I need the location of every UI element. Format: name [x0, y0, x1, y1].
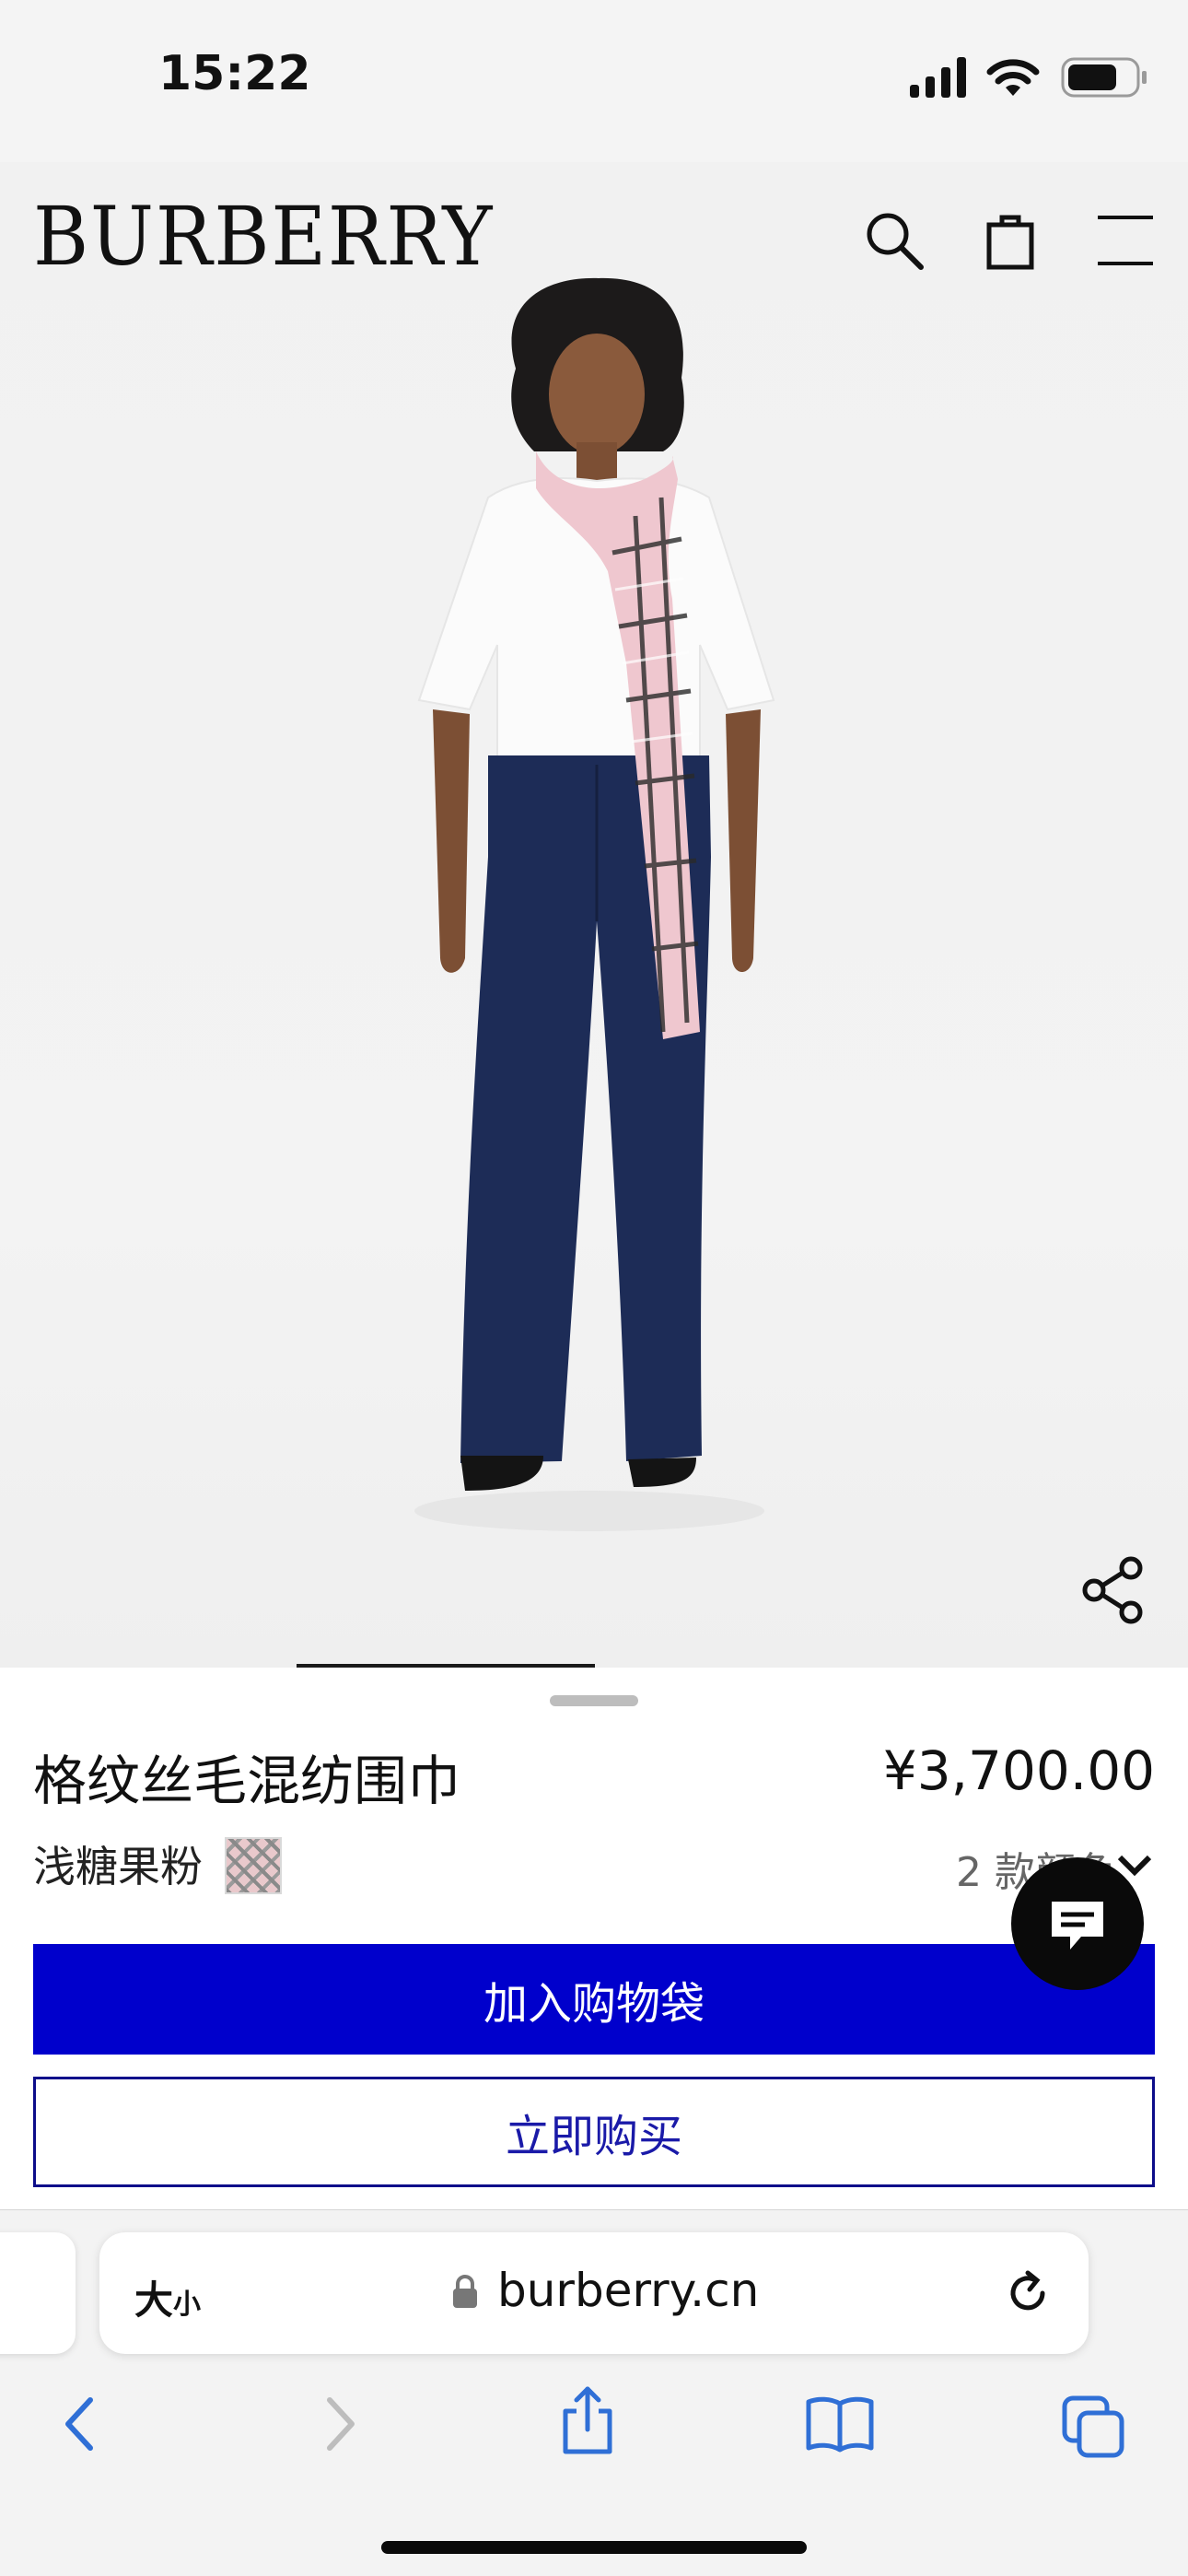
battery-icon	[1061, 57, 1147, 98]
site-header: BURBERRY	[0, 162, 1188, 319]
chat-icon	[1052, 1902, 1103, 1950]
text-size-large-label: 大	[134, 2277, 174, 2323]
menu-icon[interactable]	[1096, 208, 1160, 273]
lock-icon	[453, 2275, 477, 2308]
cellular-signal-icon	[910, 57, 966, 98]
status-time: 15:22	[158, 46, 311, 101]
add-to-bag-button[interactable]: 加入购物袋	[33, 1944, 1155, 2055]
status-bar: 15:22	[0, 0, 1188, 162]
back-icon[interactable]	[59, 2395, 99, 2453]
model-photo	[414, 277, 775, 1531]
previous-tab-card[interactable]	[0, 2232, 76, 2354]
shopping-bag-icon[interactable]	[980, 208, 1044, 273]
buy-now-button[interactable]: 立即购买	[33, 2077, 1155, 2187]
tabs-icon[interactable]	[1061, 2395, 1125, 2459]
share-sheet-icon[interactable]	[558, 2385, 617, 2455]
bookmarks-icon[interactable]	[805, 2395, 875, 2453]
product-name: 格纹丝毛混纺围巾	[33, 1750, 461, 1812]
wifi-icon	[986, 59, 1040, 96]
search-icon[interactable]	[862, 208, 926, 273]
sheet-handle[interactable]	[550, 1695, 638, 1706]
color-name: 浅糖果粉	[33, 1842, 203, 1891]
url-text[interactable]: burberry.cn	[497, 2264, 759, 2317]
address-bar[interactable]: 大小 burberry.cn	[99, 2232, 1089, 2354]
text-size-small-label: 小	[173, 2289, 202, 2321]
home-indicator[interactable]	[381, 2541, 807, 2554]
brand-logo[interactable]: BURBERRY	[33, 196, 494, 277]
color-swatch[interactable]	[225, 1837, 282, 1894]
forward-icon[interactable]	[320, 2395, 361, 2453]
product-image[interactable]	[0, 162, 1188, 1668]
share-icon[interactable]	[1079, 1555, 1149, 1625]
product-price: ¥3,700.00	[882, 1739, 1155, 1802]
text-size-button[interactable]: 大小	[134, 2269, 201, 2325]
chat-button[interactable]	[1011, 1857, 1144, 1990]
browser-chrome: 大小 burberry.cn	[0, 2209, 1188, 2576]
reload-icon[interactable]	[1002, 2267, 1054, 2319]
